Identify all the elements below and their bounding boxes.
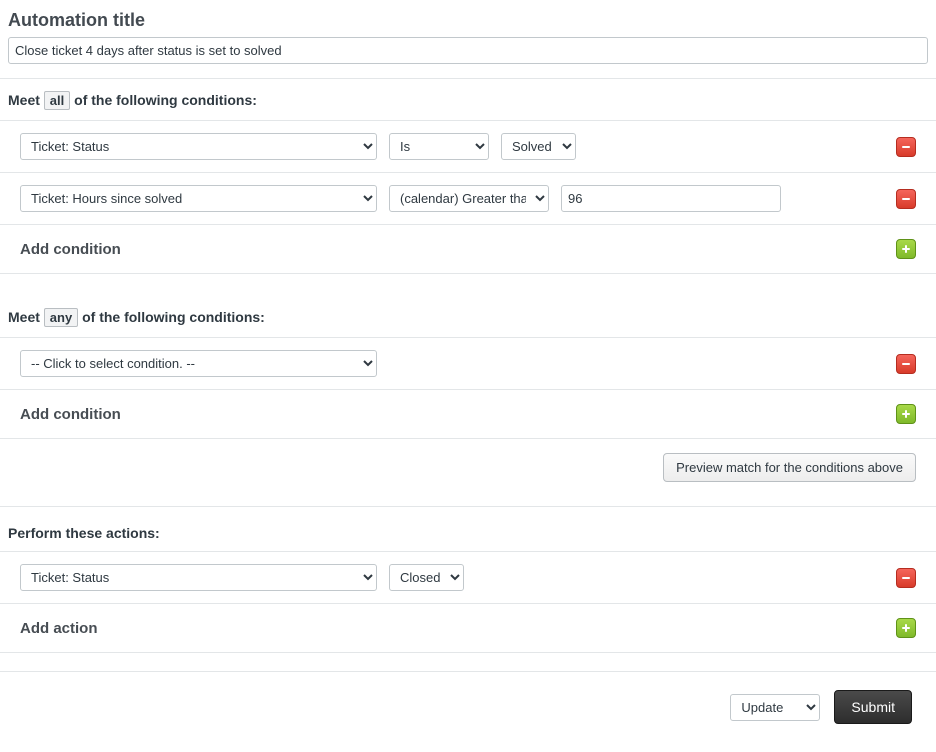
meet-any-header: Meet any of the following conditions: — [0, 296, 936, 337]
page-title: Automation title — [0, 0, 936, 37]
footer: Update Submit — [0, 671, 936, 742]
condition-operator-select[interactable]: Is — [389, 133, 489, 160]
condition-field-select[interactable]: Ticket: Status — [20, 133, 377, 160]
conditions-all-table: Ticket: Status Is Solved Ticket: Hours s… — [0, 120, 936, 274]
plus-icon — [900, 622, 912, 634]
save-mode-select[interactable]: Update — [730, 694, 820, 721]
meet-all-prefix: Meet — [8, 92, 40, 108]
remove-condition-button[interactable] — [896, 189, 916, 209]
condition-row: -- Click to select condition. -- — [0, 338, 936, 390]
automation-title-input[interactable] — [8, 37, 928, 64]
minus-icon — [900, 572, 912, 584]
add-condition-row: Add condition — [0, 390, 936, 439]
meet-any-badge: any — [44, 308, 78, 327]
condition-row: Ticket: Hours since solved (calendar) Gr… — [0, 173, 936, 225]
add-condition-button[interactable] — [896, 239, 916, 259]
add-condition-button[interactable] — [896, 404, 916, 424]
remove-action-button[interactable] — [896, 568, 916, 588]
condition-field-select[interactable]: -- Click to select condition. -- — [20, 350, 377, 377]
action-field-select[interactable]: Ticket: Status — [20, 564, 377, 591]
condition-value-input[interactable] — [561, 185, 781, 212]
condition-field-select[interactable]: Ticket: Hours since solved — [20, 185, 377, 212]
remove-condition-button[interactable] — [896, 137, 916, 157]
minus-icon — [900, 193, 912, 205]
meet-all-badge: all — [44, 91, 70, 110]
conditions-any-table: -- Click to select condition. -- Add con… — [0, 337, 936, 439]
remove-condition-button[interactable] — [896, 354, 916, 374]
condition-row: Ticket: Status Is Solved — [0, 121, 936, 173]
add-action-row: Add action — [0, 604, 936, 653]
submit-button[interactable]: Submit — [834, 690, 912, 724]
plus-icon — [900, 243, 912, 255]
meet-any-prefix: Meet — [8, 309, 40, 325]
action-value-select[interactable]: Closed — [389, 564, 464, 591]
meet-any-suffix: of the following conditions: — [82, 309, 265, 325]
minus-icon — [900, 141, 912, 153]
plus-icon — [900, 408, 912, 420]
add-condition-label: Add condition — [20, 241, 896, 258]
minus-icon — [900, 358, 912, 370]
condition-value-select[interactable]: Solved — [501, 133, 576, 160]
action-row: Ticket: Status Closed — [0, 552, 936, 604]
add-condition-label: Add condition — [20, 406, 896, 423]
condition-operator-select[interactable]: (calendar) Greater than — [389, 185, 549, 212]
add-action-button[interactable] — [896, 618, 916, 638]
preview-conditions-button[interactable]: Preview match for the conditions above — [663, 453, 916, 482]
meet-all-suffix: of the following conditions: — [74, 92, 257, 108]
actions-table: Ticket: Status Closed Add action — [0, 551, 936, 653]
add-condition-row: Add condition — [0, 225, 936, 274]
actions-header: Perform these actions: — [0, 507, 936, 551]
meet-all-header: Meet all of the following conditions: — [0, 79, 936, 120]
add-action-label: Add action — [20, 620, 896, 637]
